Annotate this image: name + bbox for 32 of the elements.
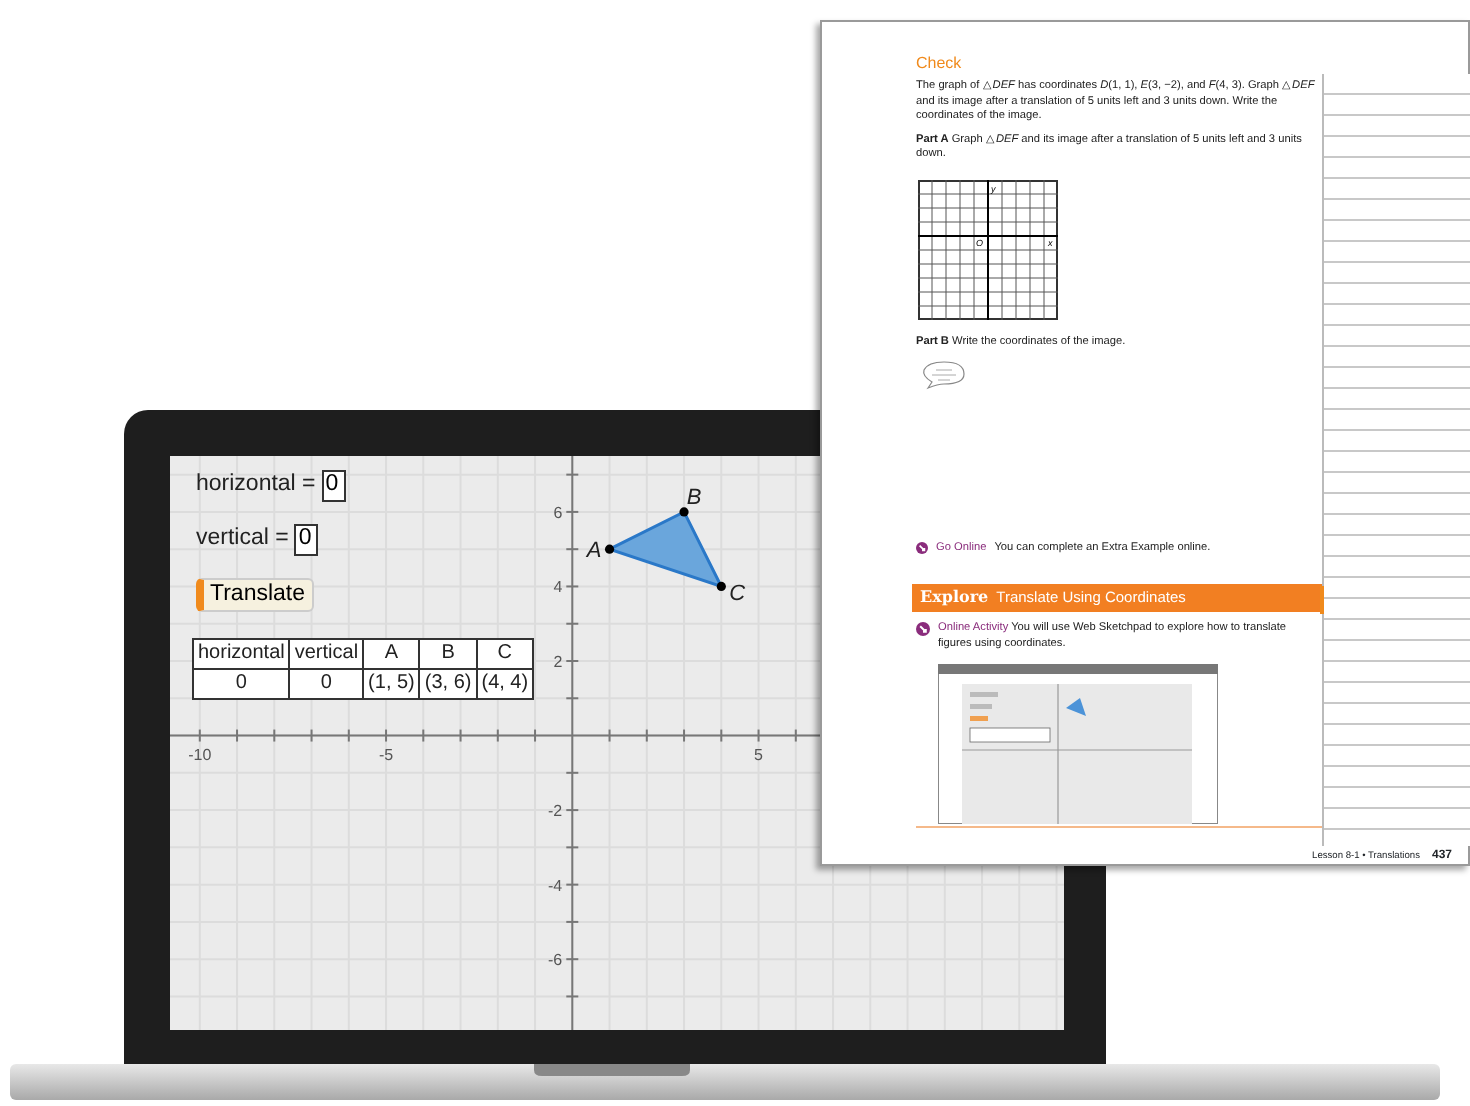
column-header: C — [476, 638, 534, 669]
table-cell: (1, 5) — [363, 668, 420, 699]
vertex-label: B — [686, 485, 702, 510]
tick-label: 4 — [553, 578, 563, 597]
table-cell: 0 — [193, 668, 290, 699]
banner-title: Explore — [920, 590, 989, 606]
vertex-label: A — [586, 539, 602, 564]
field-label: horizontal = — [196, 470, 316, 500]
column-header: A — [363, 638, 420, 669]
tick-label: 6 — [553, 503, 563, 522]
translate-button[interactable]: Translate — [196, 577, 314, 611]
table-cell: 0 — [289, 668, 364, 699]
vertex-label: C — [729, 582, 746, 607]
go-online-icon — [916, 542, 928, 555]
input-field[interactable]: 0 — [294, 523, 319, 556]
tick-label: -2 — [548, 802, 563, 821]
tick-label: -5 — [378, 745, 394, 764]
table-cell: (3, 6) — [419, 668, 477, 699]
speech-bubble-icon — [920, 359, 968, 394]
tick-label: 5 — [754, 745, 763, 764]
field-label: vertical = — [196, 524, 289, 555]
tick-label: 2 — [553, 653, 563, 671]
tick-label: -4 — [548, 876, 563, 895]
section-heading: Check — [916, 54, 964, 74]
tick-label: -6 — [548, 951, 563, 970]
tick-label: -10 — [188, 745, 212, 764]
table-cell: (4, 4) — [476, 668, 534, 699]
input-field[interactable]: 0 — [321, 469, 346, 502]
online-activity-icon — [916, 622, 930, 637]
column-header: horizontal — [193, 638, 290, 669]
column-header: B — [419, 638, 477, 669]
column-header: vertical — [289, 638, 364, 669]
